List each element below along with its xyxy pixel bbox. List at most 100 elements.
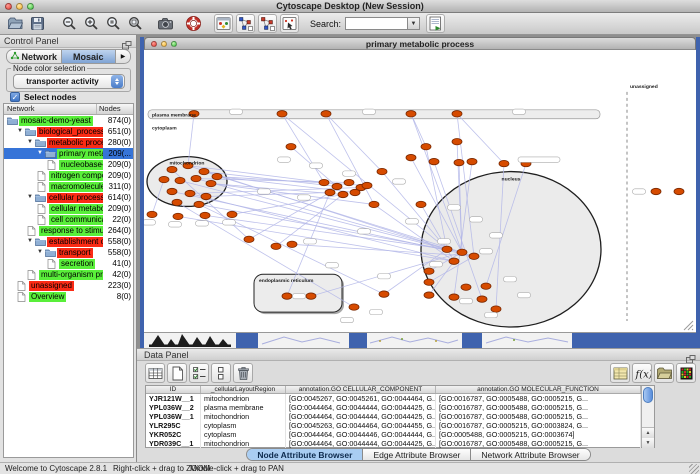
zoom-in-icon[interactable] (82, 14, 101, 33)
tree-row-establishment-of-lo[interactable]: ▼establishment of lo558(0) (4, 236, 133, 247)
table-cell: YDR039C__1 (146, 439, 201, 448)
network-canvas[interactable]: plasma membranecytoplasmmitochondrionnuc… (144, 50, 696, 332)
expand-arrow-icon[interactable]: ▼ (37, 148, 45, 159)
zoom-selected-icon[interactable] (104, 14, 123, 33)
table-row[interactable]: YJR121W__1mitochondrion[GO:0045267, GO:0… (146, 394, 654, 403)
data-panel-header: Data Panel (137, 348, 700, 361)
more-tabs-arrow-icon[interactable]: ▶ (116, 50, 130, 63)
table-cell: YPL036W__1 (146, 412, 201, 421)
table-row[interactable]: YPL036W__1mitochondrion[GO:0044464, GO:0… (146, 412, 654, 421)
file-icon (27, 270, 39, 280)
tree-row-primary-metabo[interactable]: ▼primary metabo209(... (4, 148, 133, 159)
tree-row-cellular-process[interactable]: ▼cellular process614(0) (4, 192, 133, 203)
expand-arrow-icon[interactable]: ▼ (17, 126, 25, 137)
column-header[interactable]: annotation.GO CELLULAR_COMPONENT (286, 386, 436, 393)
tab-mosaic-label: Mosaic (73, 52, 104, 62)
expand-arrow-icon[interactable]: ▼ (27, 137, 35, 148)
column-header[interactable]: _cellularLayoutRegion (201, 386, 286, 393)
attribute-checklist-icon[interactable] (189, 363, 209, 383)
table-cell: [GO:0005488, GO:0005215, GO:0003674] (436, 430, 641, 439)
scrollbar-thumb[interactable] (643, 387, 653, 403)
status-welcome: Welcome to Cytoscape 2.8.1 (5, 464, 107, 473)
dropdown-value: transporter activity (14, 77, 111, 86)
node-color-dropdown[interactable]: transporter activity (13, 74, 125, 89)
layout-network-b-icon[interactable] (258, 14, 277, 33)
select-nodes-checkbox[interactable]: ✓ (10, 92, 20, 102)
column-header[interactable]: ID (146, 386, 201, 393)
table-row[interactable]: YPL036W__2plasma membrane[GO:0044464, GO… (146, 403, 654, 412)
network-name-chip: multi-organism pro (39, 270, 103, 280)
table-scrollbar[interactable]: ▲ ▼ (641, 386, 654, 447)
table-row[interactable]: YKR052Ccytoplasm[GO:0044464, GO:0044446,… (146, 430, 654, 439)
scroll-down-icon[interactable]: ▼ (642, 438, 654, 448)
tree-row-nucleobase-[interactable]: nucleobase-209(0) (4, 159, 133, 170)
open-file-icon[interactable] (6, 14, 25, 33)
tab-mosaic[interactable]: Mosaic (62, 50, 117, 63)
matrix-view-icon[interactable] (676, 363, 696, 383)
browser-tabset: Node Attribute BrowserEdge Attribute Bro… (246, 448, 590, 461)
tab-edge-attribute-browser[interactable]: Edge Attribute Browser (363, 449, 471, 460)
table-row[interactable]: YDR039C__1mitochondrion[GO:0044464, GO:0… (146, 439, 654, 448)
formula-fx-icon[interactable]: f(x) (632, 363, 652, 383)
tree-row-response-to-stimulu[interactable]: response to stimulu264(0) (4, 225, 133, 236)
tree-row-mosaic-demo-yeast[interactable]: mosaic-demo-yeast874(0) (4, 115, 133, 126)
camera-snapshot-icon[interactable] (156, 14, 175, 33)
import-table-icon[interactable] (426, 14, 445, 33)
save-icon[interactable] (28, 14, 47, 33)
tree-row-metabolic-process[interactable]: ▼metabolic process280(0) (4, 137, 133, 148)
tree-row-cell-communicat[interactable]: cell communicat22(0) (4, 214, 133, 225)
table-cell: [GO:0016787, GO:0005488, GO:0005215, G..… (436, 403, 641, 412)
table-cell: YLR295C (146, 421, 201, 430)
table-row[interactable]: YLR295Ccytoplasm[GO:0045263, GO:0044464,… (146, 421, 654, 430)
network-name-chip: establishment of lo (47, 237, 103, 247)
tab-network-attribute-browser[interactable]: Network Attribute Browser (471, 449, 589, 460)
search-label: Search: (310, 19, 341, 29)
search-input[interactable] (345, 17, 407, 30)
tree-row-transport[interactable]: ▼transport558(0) (4, 247, 133, 258)
tab-node-attribute-browser[interactable]: Node Attribute Browser (247, 449, 363, 460)
vizmapper-window-icon[interactable] (214, 14, 233, 33)
expand-arrow-icon[interactable]: ▼ (27, 236, 35, 247)
tree-row-biological-process[interactable]: ▼biological_process651(0) (4, 126, 133, 137)
help-lifesaver-icon[interactable] (184, 14, 203, 33)
toolbar-icons (6, 14, 302, 33)
attribute-pair-icon[interactable] (211, 363, 231, 383)
attribute-table-icon[interactable] (610, 363, 630, 383)
scroll-up-icon[interactable]: ▲ (642, 428, 654, 438)
tree-row-secretion[interactable]: secretion41(0) (4, 258, 133, 269)
tree-row-unassigned[interactable]: unassigned223(0) (4, 280, 133, 291)
new-attribute-icon[interactable] (167, 363, 187, 383)
network-view-titlebar[interactable]: primary metabolic process (144, 37, 696, 50)
delete-attribute-icon[interactable] (233, 363, 253, 383)
tree-row-macromolecule[interactable]: macromolecule311(0) (4, 181, 133, 192)
selection-window-icon[interactable] (280, 14, 299, 33)
network-tab-icon (10, 51, 19, 62)
node-count: 614(0) (108, 192, 131, 203)
tree-row-overview[interactable]: Overview8(0) (4, 291, 133, 302)
node-count: 311(0) (108, 181, 131, 192)
tab-network[interactable]: Network (7, 50, 62, 63)
tree-row-cellular-metabo[interactable]: cellular metabo209(0) (4, 203, 133, 214)
browser-tabs-row: Node Attribute BrowserEdge Attribute Bro… (137, 448, 700, 462)
attribute-grid-icon[interactable] (145, 363, 165, 383)
tree-row-multi-organism-pro[interactable]: multi-organism pro42(0) (4, 269, 133, 280)
zoom-fit-icon[interactable] (126, 14, 145, 33)
table-cell: mitochondrion (201, 412, 286, 421)
open-folder-icon[interactable] (654, 363, 674, 383)
layout-network-a-icon[interactable] (236, 14, 255, 33)
column-header[interactable]: annotation.GO MOLECULAR_FUNCTION (436, 386, 641, 393)
expand-arrow-icon[interactable]: ▼ (27, 192, 35, 203)
tree-col-nodes[interactable]: Nodes (97, 104, 133, 114)
node-count: 280(0) (108, 137, 131, 148)
zoom-out-icon[interactable] (60, 14, 79, 33)
network-canvas-area: plasma membranecytoplasmmitochondrionnuc… (144, 50, 696, 332)
search-dropdown-arrow-icon[interactable]: ▼ (407, 17, 420, 30)
node-count: 558(0) (108, 247, 131, 258)
data-panel-title: Data Panel (144, 350, 189, 360)
tree-col-network[interactable]: Network (4, 104, 97, 114)
canvas-resize-grip[interactable] (684, 321, 693, 330)
resize-grip[interactable] (689, 464, 699, 474)
node-count: 8(0) (117, 291, 131, 302)
expand-arrow-icon[interactable]: ▼ (37, 247, 45, 258)
tree-row-nitrogen-compo[interactable]: nitrogen compo209(0) (4, 170, 133, 181)
